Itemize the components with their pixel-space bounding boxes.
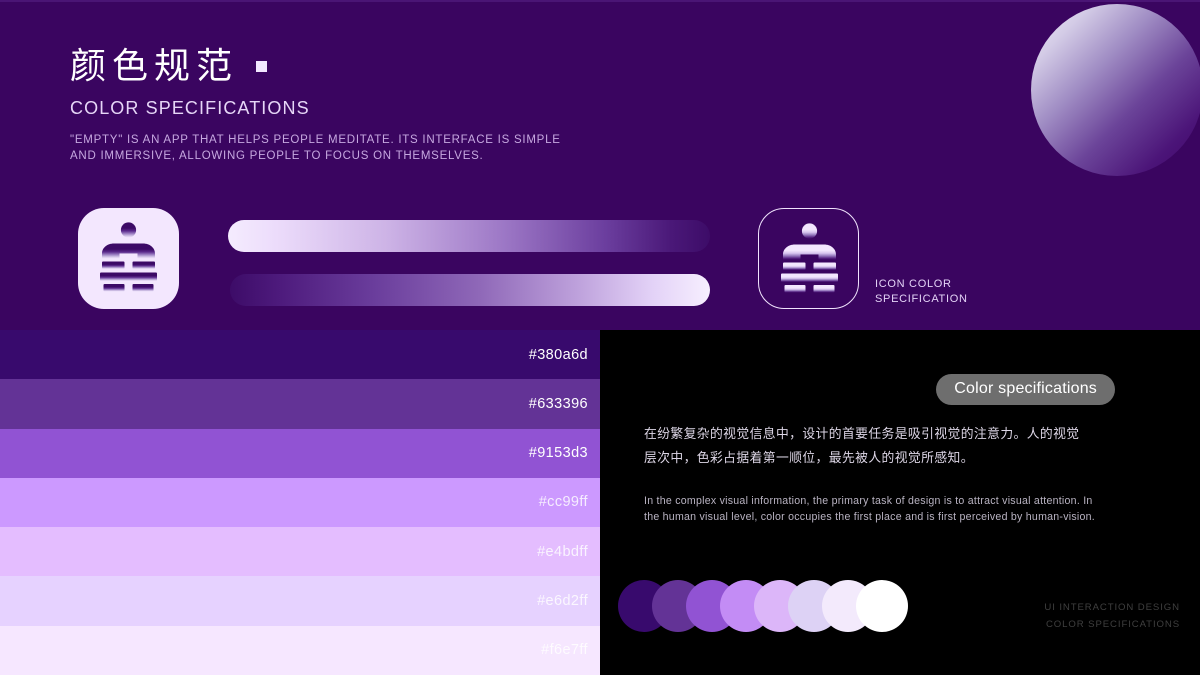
- color-swatch-row[interactable]: #e6d2ff: [0, 576, 600, 626]
- description-panel: Color specifications 在纷繁复杂的视觉信息中，设计的首要任务…: [600, 330, 1200, 675]
- top-hairline: [0, 0, 1200, 2]
- gradient-bar-light-to-dark: [228, 220, 710, 252]
- app-icon-light-tile: [78, 208, 179, 309]
- color-swatch-hex-label: #633396: [528, 395, 588, 412]
- color-swatch-hex-label: #e6d2ff: [537, 593, 588, 610]
- color-swatch-row[interactable]: #e4bdff: [0, 527, 600, 577]
- color-swatch-row[interactable]: #9153d3: [0, 428, 600, 478]
- panel-body-en: In the complex visual information, the p…: [644, 495, 1095, 523]
- color-swatch-row[interactable]: #cc99ff: [0, 477, 600, 528]
- color-swatch-hex-label: #cc99ff: [538, 494, 588, 511]
- footer-line-2: COLOR SPECIFICATIONS: [1045, 619, 1180, 630]
- circle-palette: [618, 580, 908, 636]
- color-swatch-hex-label: #f6e7ff: [541, 642, 588, 659]
- page-title-en: COLOR SPECIFICATIONS: [70, 98, 310, 118]
- color-swatch-stack: #380a6d #633396 #9153d3 #cc99ff #e4bdff #e6d2…: [0, 330, 600, 675]
- page-title-cn-text: 颜色规范: [70, 45, 239, 86]
- meditation-figure-outline-icon: [781, 223, 838, 293]
- icon-color-specification-label: ICON COLOR SPECIFICATION: [875, 278, 968, 305]
- app-icon-dark-tile: [758, 208, 859, 309]
- palette-circle[interactable]: [856, 580, 908, 632]
- color-swatch-row[interactable]: #633396: [0, 379, 600, 429]
- page-title-cn: 颜色规范: [70, 44, 590, 88]
- color-swatch-hex-label: #e4bdff: [537, 543, 588, 560]
- color-specifications-pill[interactable]: Color specifications: [936, 374, 1115, 405]
- panel-body-cn: 在纷繁复杂的视觉信息中，设计的首要任务是吸引视觉的注意力。人的视觉层次中，色彩占…: [644, 426, 1080, 465]
- page-subtitle: "EMPTY" IS AN APP THAT HELPS PEOPLE MEDI…: [70, 134, 561, 162]
- color-swatch-hex-label: #380a6d: [528, 346, 588, 363]
- title-accent-square: [256, 60, 268, 72]
- header: 颜色规范 COLOR SPECIFICATIONS "EMPTY" IS AN …: [70, 44, 590, 164]
- color-specification-slide: 颜色规范 COLOR SPECIFICATIONS "EMPTY" IS AN …: [0, 0, 1200, 675]
- gradient-bar-dark-to-light: [230, 274, 710, 306]
- decorative-sphere: [1031, 4, 1200, 176]
- color-swatch-hex-label: #9153d3: [528, 445, 588, 462]
- footer-line-1: UI INTERACTION DESIGN: [1044, 602, 1180, 613]
- meditation-figure-icon: [100, 222, 157, 292]
- color-swatch-row[interactable]: #380a6d: [0, 330, 600, 380]
- color-swatch-row[interactable]: #f6e7ff: [0, 625, 600, 675]
- panel-footer: UI INTERACTION DESIGN COLOR SPECIFICATIO…: [1044, 599, 1180, 633]
